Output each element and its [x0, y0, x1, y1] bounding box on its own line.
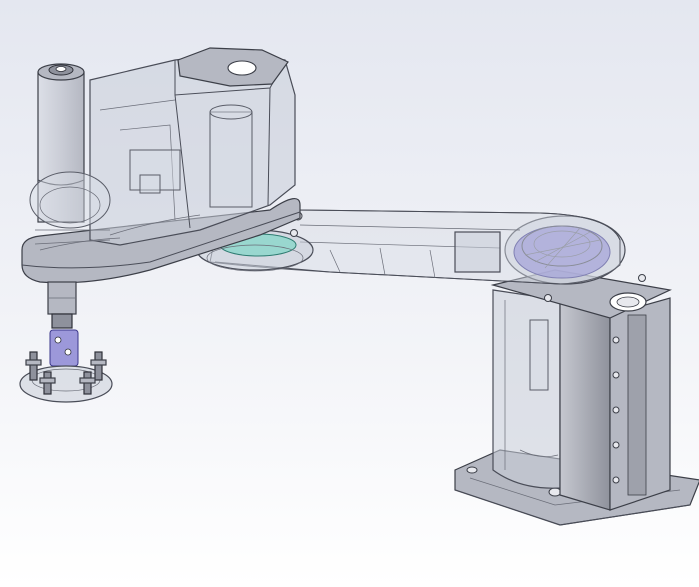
- base-side-housing: [559, 299, 611, 511]
- base-bolt-icon: [466, 466, 478, 474]
- top-cable-port-icon: [227, 60, 257, 76]
- gripper-screw-icon: [54, 336, 62, 344]
- gripper-hub: [49, 329, 79, 367]
- scara-robot-cad-render: [0, 0, 699, 587]
- arm2-internal-motor: [209, 111, 253, 208]
- base-bolt-icon: [548, 487, 562, 497]
- base-column: [492, 289, 561, 489]
- gripper-screw-icon: [64, 348, 72, 356]
